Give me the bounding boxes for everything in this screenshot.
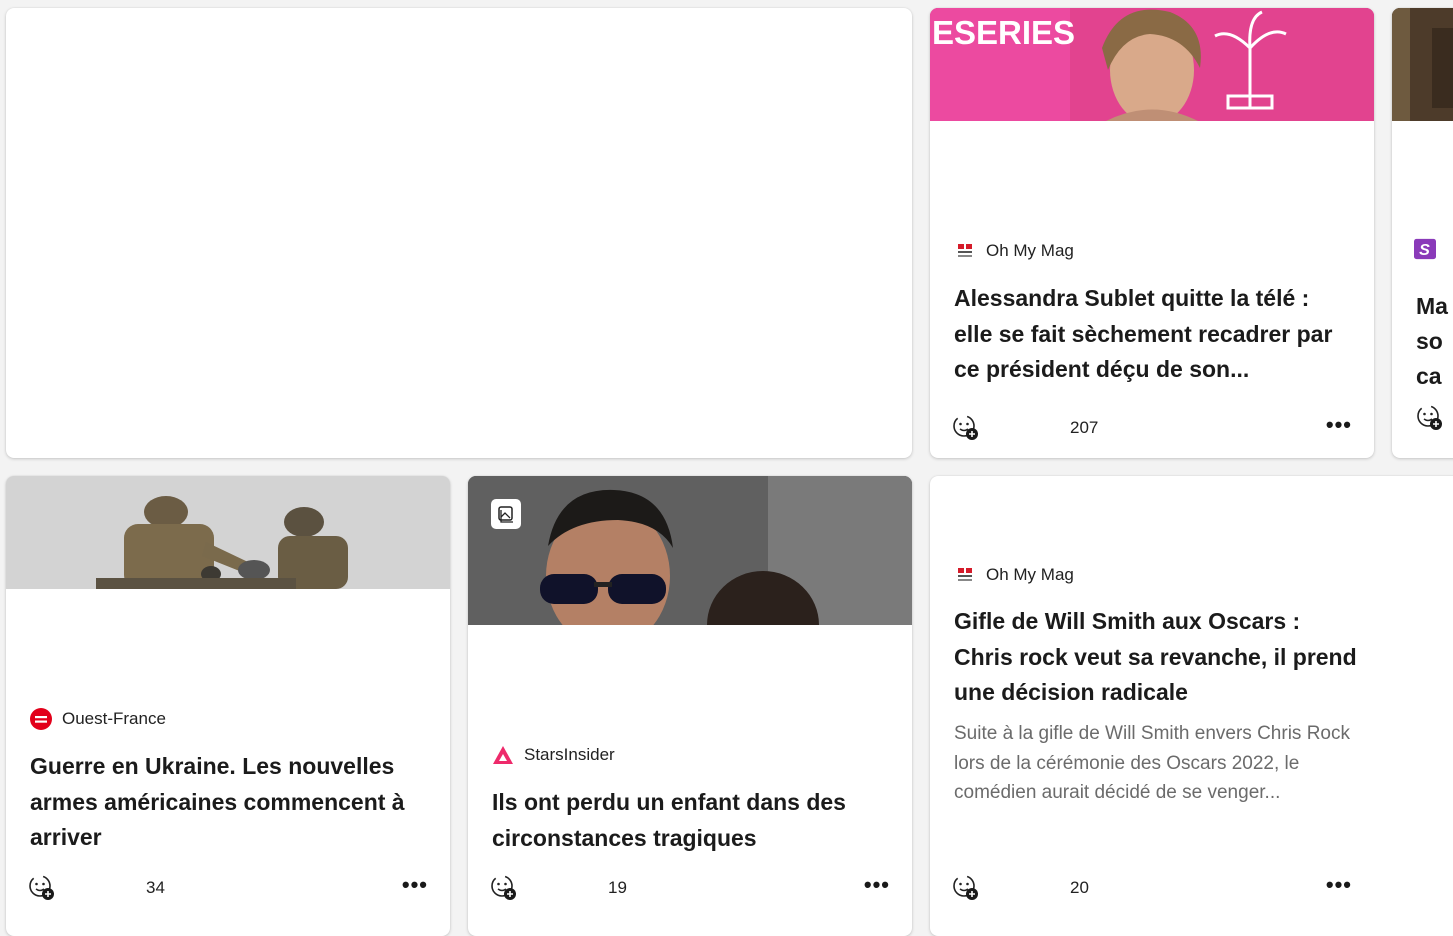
card-footer: 20 ••• — [930, 858, 1374, 918]
svg-text:ESERIES: ESERIES — [932, 14, 1075, 51]
article-thumbnail[interactable] — [468, 476, 912, 625]
article-title[interactable]: Alessandra Sublet quitte la télé : elle … — [954, 281, 1354, 388]
add-reaction-icon[interactable] — [952, 414, 980, 442]
article-title-line-3[interactable]: ca — [1416, 359, 1442, 395]
reaction-count: 20 — [1070, 878, 1089, 897]
add-reaction-icon[interactable] — [952, 874, 980, 902]
more-options-icon[interactable]: ••• — [402, 874, 428, 896]
alessandra-photo: ESERIES — [930, 8, 1374, 121]
soldiers-photo — [6, 476, 450, 589]
news-card-starsinsider[interactable]: StarsInsider Ils ont perdu un enfant dan… — [468, 476, 912, 936]
article-title-line-1[interactable]: Ma — [1416, 289, 1448, 325]
oh-my-mag-logo — [954, 564, 976, 586]
ouest-france-logo — [30, 708, 52, 730]
news-card-alessandra-sublet[interactable]: ESERIES Oh My Mag Alessandra Sublet quit… — [930, 8, 1374, 458]
source-name: Oh My Mag — [986, 565, 1074, 584]
article-title[interactable]: Ils ont perdu un enfant dans des circons… — [492, 785, 892, 856]
card-footer: 19 ••• — [468, 858, 912, 918]
news-card-will-smith[interactable]: Oh My Mag Gifle de Will Smith aux Oscars… — [930, 476, 1453, 936]
source-name: Ouest-France — [62, 709, 166, 728]
article-title-line-2[interactable]: so — [1416, 324, 1443, 360]
source-logo: S — [1414, 238, 1436, 260]
add-reaction-icon[interactable] — [28, 874, 56, 902]
article-source[interactable]: Oh My Mag — [954, 240, 1074, 262]
oh-my-mag-logo — [954, 240, 976, 262]
article-thumbnail[interactable] — [1392, 8, 1453, 121]
gallery-icon — [491, 499, 521, 529]
news-card-ukraine[interactable]: Ouest-France Guerre en Ukraine. Les nouv… — [6, 476, 450, 936]
svg-text:S: S — [1419, 241, 1430, 259]
celebrity-photo — [468, 476, 912, 625]
more-options-icon[interactable]: ••• — [1326, 414, 1352, 436]
article-abstract: Suite à la gifle de Will Smith envers Ch… — [954, 723, 1350, 803]
source-name: StarsInsider — [524, 745, 615, 764]
card-footer: 207 ••• — [930, 398, 1374, 458]
reaction-count: 34 — [146, 878, 165, 897]
more-options-icon[interactable]: ••• — [864, 874, 890, 896]
partial-photo — [1392, 8, 1453, 121]
article-source[interactable]: Ouest-France — [30, 708, 166, 730]
article-thumbnail[interactable]: ESERIES — [930, 8, 1374, 121]
reaction-count: 19 — [608, 878, 627, 897]
article-title[interactable]: Guerre en Ukraine. Les nouvelles armes a… — [30, 749, 430, 856]
starsinsider-logo — [492, 744, 514, 766]
source-name: Oh My Mag — [986, 241, 1074, 260]
reaction-count: 207 — [1070, 418, 1099, 437]
card-footer: 34 ••• — [6, 858, 450, 918]
add-reaction-icon[interactable] — [1416, 404, 1444, 432]
article-source[interactable]: StarsInsider — [492, 744, 615, 766]
article-title[interactable]: Gifle de Will Smith aux Oscars : Chris r… — [954, 604, 1364, 711]
news-card-partial[interactable]: S Ma so ca — [1392, 8, 1453, 458]
blank-card[interactable] — [6, 8, 912, 458]
article-thumbnail[interactable] — [6, 476, 450, 589]
add-reaction-icon[interactable] — [490, 874, 518, 902]
article-source[interactable]: Oh My Mag — [954, 564, 1074, 586]
more-options-icon[interactable]: ••• — [1326, 874, 1352, 896]
